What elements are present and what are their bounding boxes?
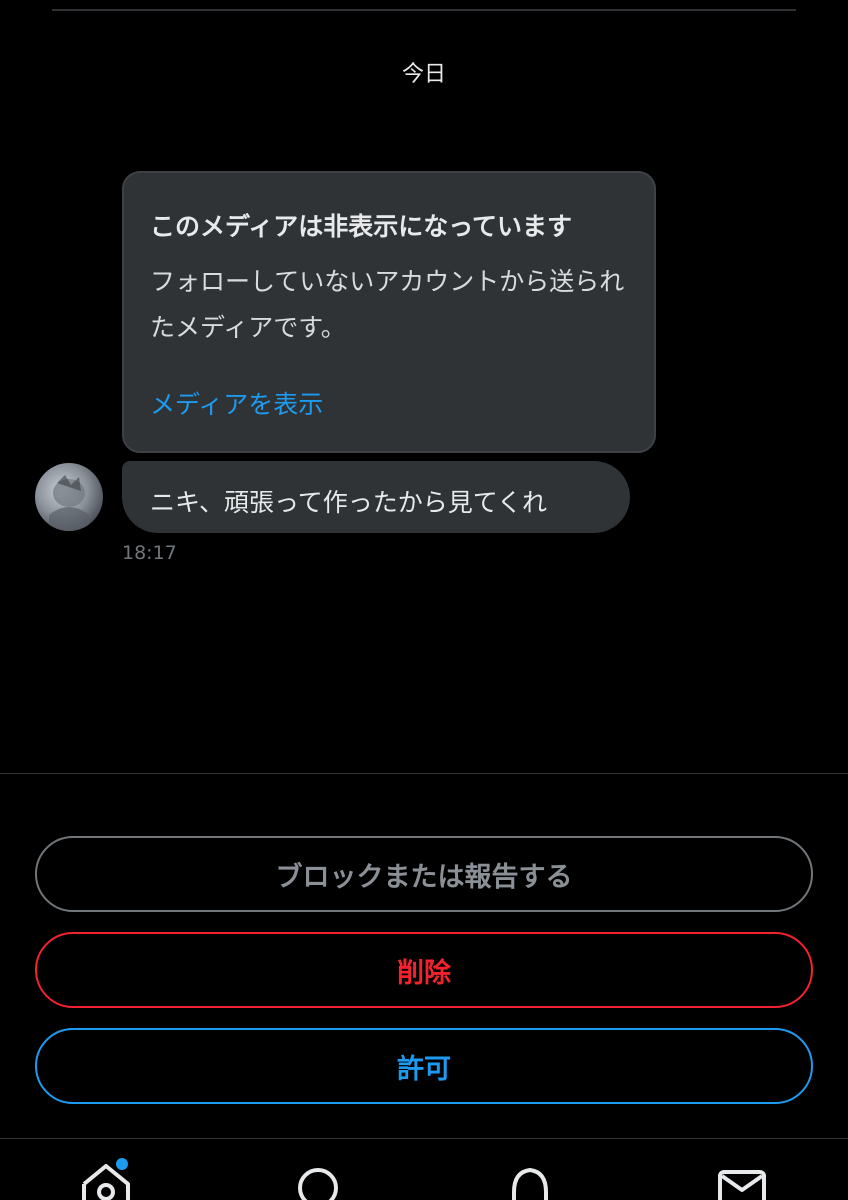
top-divider: [52, 9, 796, 11]
hidden-media-card: このメディアは非表示になっています フォローしていないアカウントから送られたメデ…: [122, 171, 656, 453]
avatar[interactable]: [35, 463, 103, 531]
block-or-report-button[interactable]: ブロックまたは報告する: [35, 836, 813, 912]
show-media-link[interactable]: メディアを表示: [150, 385, 323, 421]
message-bubble[interactable]: ニキ、頑張って作ったから見てくれ: [122, 461, 630, 533]
search-icon[interactable]: [288, 1156, 348, 1200]
hidden-media-title: このメディアは非表示になっています: [150, 212, 573, 241]
accept-button[interactable]: 許可: [35, 1028, 813, 1104]
messages-icon[interactable]: [712, 1156, 772, 1200]
hidden-media-description: フォローしていないアカウントから送られたメディアです。: [150, 267, 625, 342]
notifications-icon[interactable]: [500, 1156, 560, 1200]
home-notification-dot: [116, 1158, 128, 1170]
actions-divider: [0, 773, 848, 774]
message-text: ニキ、頑張って作ったから見てくれ: [150, 488, 548, 517]
dm-conversation-screen: 今日 このメディアは非表示になっています フォローしていないアカウントから送られ…: [0, 0, 848, 1200]
delete-button[interactable]: 削除: [35, 932, 813, 1008]
tabbar-divider: [0, 1138, 848, 1139]
message-timestamp: 18:17: [122, 542, 177, 564]
avatar-image: [49, 475, 89, 531]
date-separator: 今日: [401, 62, 446, 87]
